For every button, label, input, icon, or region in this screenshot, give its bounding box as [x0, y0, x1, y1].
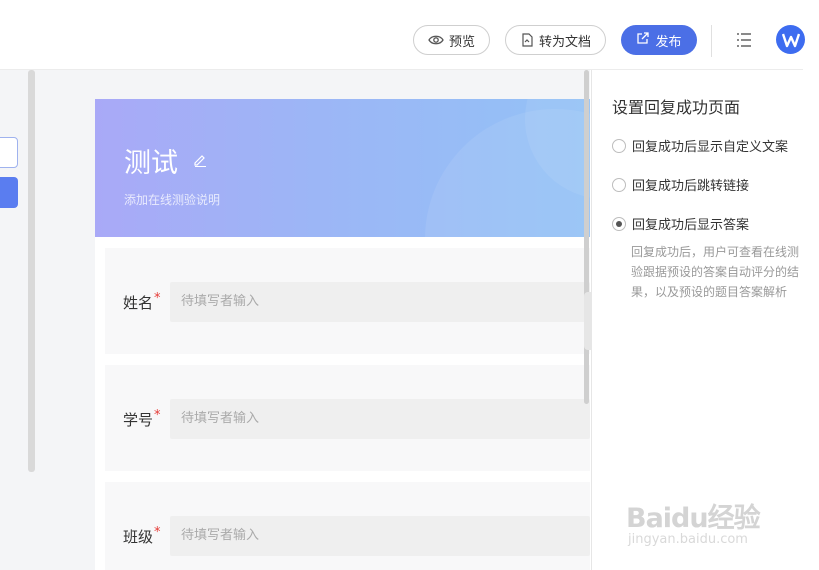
- form-field-class: 班级* 待填写者输入: [105, 482, 590, 570]
- option-show-answers[interactable]: 回复成功后显示答案: [612, 214, 749, 233]
- preview-button[interactable]: 预览: [413, 25, 490, 55]
- left-input-box[interactable]: [0, 137, 18, 168]
- watermark-sub: jingyan.baidu.com: [628, 532, 748, 547]
- option-redirect-link[interactable]: 回复成功后跳转链接: [612, 175, 749, 194]
- top-toolbar: 预览 转为文档 发布: [0, 25, 805, 70]
- form-banner: 测试 添加在线测验说明: [95, 99, 590, 237]
- convert-label: 转为文档: [538, 34, 591, 50]
- form-canvas: 测试 添加在线测验说明 姓名* 待填写者输入 学号* 待填写者输入 班级* 待填…: [36, 70, 590, 570]
- publish-label: 发布: [655, 34, 682, 50]
- left-scrollbar[interactable]: [28, 70, 35, 472]
- required-asterisk: *: [154, 408, 161, 423]
- share-icon: [636, 31, 650, 49]
- field-label: 班级*: [123, 525, 161, 546]
- convert-doc-icon: [520, 33, 534, 47]
- form-field-name: 姓名* 待填写者输入: [105, 248, 590, 354]
- wps-logo-icon[interactable]: [776, 25, 805, 54]
- edit-pencil-icon[interactable]: [193, 152, 207, 171]
- field-label: 学号*: [123, 408, 161, 429]
- field-label: 姓名*: [123, 291, 161, 312]
- form-field-student-id: 学号* 待填写者输入: [105, 365, 590, 471]
- required-asterisk: *: [154, 291, 161, 306]
- baidu-watermark: Baidu经验 jingyan.baidu.com: [626, 482, 776, 552]
- panel-title: 设置回复成功页面: [612, 98, 741, 117]
- class-input[interactable]: 待填写者输入: [170, 516, 590, 556]
- convert-to-doc-button[interactable]: 转为文档: [505, 25, 606, 55]
- watermark-main: Baidu经验: [626, 503, 761, 534]
- option-custom-text[interactable]: 回复成功后显示自定义文案: [612, 136, 788, 155]
- option-description: 回复成功后，用户可查看在线测验跟据预设的答案自动评分的结果，以及预设的题目答案解…: [631, 245, 800, 299]
- canvas-scrollbar[interactable]: [584, 70, 589, 404]
- eye-icon: [428, 34, 444, 46]
- name-input[interactable]: 待填写者输入: [170, 282, 590, 322]
- form-card: 测试 添加在线测验说明 姓名* 待填写者输入 学号* 待填写者输入 班级* 待填…: [95, 99, 590, 570]
- toolbar-divider: [711, 25, 712, 57]
- required-asterisk: *: [154, 525, 161, 540]
- preview-label: 预览: [448, 34, 475, 50]
- menu-icon[interactable]: [735, 31, 753, 49]
- form-description[interactable]: 添加在线测验说明: [124, 191, 220, 208]
- publish-button[interactable]: 发布: [621, 25, 697, 55]
- student-id-input[interactable]: 待填写者输入: [170, 399, 590, 439]
- radio-button[interactable]: [612, 138, 626, 153]
- left-action-button[interactable]: [0, 177, 18, 208]
- radio-button-checked[interactable]: [612, 216, 626, 231]
- radio-button[interactable]: [612, 177, 626, 192]
- form-title[interactable]: 测试: [124, 141, 178, 180]
